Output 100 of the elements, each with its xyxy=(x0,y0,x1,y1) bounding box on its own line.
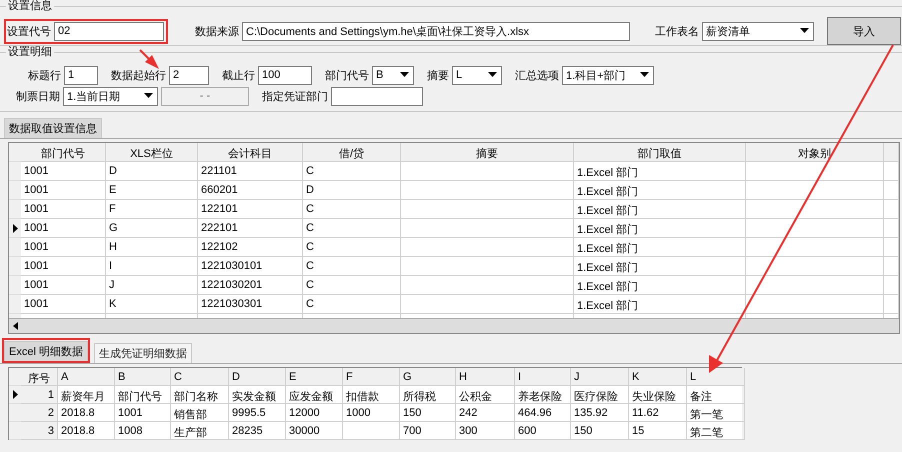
row-header xyxy=(9,368,21,386)
dropdown[interactable]: 1.当前日期 xyxy=(63,86,158,106)
input-field[interactable]: C:\Documents and Settings\ym.he\桌面\社保工资导入.xlsx xyxy=(242,22,630,40)
table-cell: 222101 xyxy=(198,219,303,238)
column-header[interactable]: D xyxy=(229,368,286,386)
row-number: 3 xyxy=(21,422,58,440)
input-field[interactable]: 1 xyxy=(64,66,98,84)
column-header[interactable]: 会计科目 xyxy=(198,143,303,162)
row-number: 1 xyxy=(21,386,58,404)
date-field[interactable]: - - xyxy=(161,86,249,106)
row-header[interactable] xyxy=(9,386,21,404)
scrollbar[interactable] xyxy=(9,318,899,333)
caret-icon xyxy=(400,72,409,78)
annotation-arrow xyxy=(139,49,159,69)
table-cell: 150 xyxy=(571,422,629,440)
table-cell: 1221030101 xyxy=(198,257,303,276)
input-field[interactable]: 100 xyxy=(258,66,312,84)
column-header[interactable]: 借/贷 xyxy=(303,143,401,162)
column-header[interactable]: 对象别 xyxy=(746,143,884,162)
table-cell: 1001 xyxy=(21,276,106,295)
table-cell: 扣借款 xyxy=(343,386,400,404)
table-cell: C xyxy=(303,162,401,181)
table-cell: 1000 xyxy=(343,404,400,422)
table-cell xyxy=(884,276,899,295)
dropdown[interactable]: 1.科目+部门 xyxy=(562,66,654,84)
table-cell: 1001 xyxy=(21,181,106,200)
row-number: 2 xyxy=(21,404,58,422)
column-header xyxy=(884,143,899,162)
column-header[interactable]: A xyxy=(58,368,115,386)
table-cell: 28235 xyxy=(229,422,286,440)
table-cell xyxy=(884,219,899,238)
field-label: 工作表名 xyxy=(655,24,699,38)
import-button[interactable]: 导入 xyxy=(827,17,901,45)
tab[interactable]: Excel 明细数据 xyxy=(4,340,88,360)
field-label: 指定凭证部门 xyxy=(262,90,328,104)
column-header[interactable]: L xyxy=(687,368,745,386)
table-cell: 2018.8 xyxy=(58,404,115,422)
column-header[interactable]: F xyxy=(343,368,400,386)
dropdown[interactable]: B xyxy=(372,66,414,84)
dropdown[interactable]: 薪资清单 xyxy=(702,22,814,40)
table-cell: I xyxy=(106,257,198,276)
scroll-left-icon[interactable] xyxy=(13,322,18,330)
column-header[interactable]: XLS栏位 xyxy=(106,143,198,162)
row-header[interactable] xyxy=(9,219,21,238)
column-header[interactable]: 摘要 xyxy=(401,143,574,162)
table-cell: 1.Excel 部门 xyxy=(574,219,746,238)
table-cell: H xyxy=(106,238,198,257)
table-cell: 300 xyxy=(456,422,515,440)
table-cell: 12000 xyxy=(286,404,343,422)
tab[interactable]: 数据取值设置信息 xyxy=(4,118,102,138)
table-cell xyxy=(884,181,899,200)
table-cell: 1.Excel 部门 xyxy=(574,200,746,219)
table-cell: 122102 xyxy=(198,238,303,257)
table-cell: 660201 xyxy=(198,181,303,200)
column-header[interactable]: 部门取值 xyxy=(574,143,746,162)
table-cell: 养老保险 xyxy=(515,386,571,404)
column-header[interactable]: K xyxy=(629,368,687,386)
table-cell: 1.Excel 部门 xyxy=(574,295,746,314)
table-cell: 135.92 xyxy=(571,404,629,422)
table-cell: 464.96 xyxy=(515,404,571,422)
column-header[interactable]: B xyxy=(115,368,171,386)
table-cell: 122101 xyxy=(198,200,303,219)
table-cell: 销售部 xyxy=(171,404,229,422)
caret-icon xyxy=(800,28,809,34)
table-cell: 221101 xyxy=(198,162,303,181)
table-cell: 1001 xyxy=(21,200,106,219)
input-field[interactable] xyxy=(331,86,423,106)
column-header[interactable]: I xyxy=(515,368,571,386)
column-header[interactable]: C xyxy=(171,368,229,386)
table-cell: J xyxy=(106,276,198,295)
table-cell: 1008 xyxy=(115,422,171,440)
table-cell: 部门代号 xyxy=(115,386,171,404)
column-header[interactable]: G xyxy=(400,368,456,386)
table-cell xyxy=(884,200,899,219)
caret-icon xyxy=(488,72,497,78)
table-cell: 失业保险 xyxy=(629,386,687,404)
column-header[interactable]: 部门代号 xyxy=(21,143,106,162)
column-header[interactable]: H xyxy=(456,368,515,386)
column-header[interactable]: E xyxy=(286,368,343,386)
table-cell: E xyxy=(106,181,198,200)
table-cell: C xyxy=(303,219,401,238)
table-cell: 1.Excel 部门 xyxy=(574,181,746,200)
field-label: 摘要 xyxy=(427,68,449,82)
table-cell xyxy=(884,162,899,181)
field-label: 设置代号 xyxy=(7,24,51,38)
table-cell: 1001 xyxy=(21,295,106,314)
input-field[interactable]: 2 xyxy=(169,66,209,84)
table-cell: 150 xyxy=(400,404,456,422)
table-cell: C xyxy=(303,295,401,314)
column-header[interactable]: J xyxy=(571,368,629,386)
table-cell: 1221030301 xyxy=(198,295,303,314)
tab[interactable]: 生成凭证明细数据 xyxy=(94,343,192,363)
table-cell: C xyxy=(303,276,401,295)
table-cell: 部门名称 xyxy=(171,386,229,404)
column-header[interactable]: 序号 xyxy=(21,368,58,386)
field-label: 截止行 xyxy=(222,68,255,82)
dropdown[interactable]: L xyxy=(452,66,502,84)
input-field[interactable]: 02 xyxy=(54,22,164,40)
table-cell: 11.62 xyxy=(629,404,687,422)
table-cell: D xyxy=(106,162,198,181)
